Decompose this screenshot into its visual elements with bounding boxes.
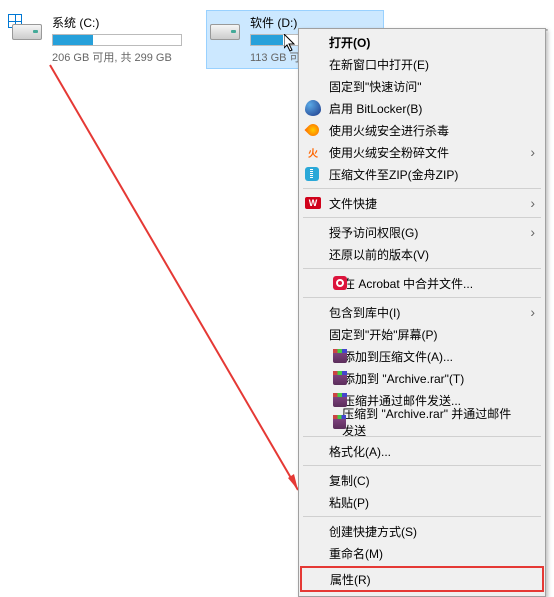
drive-c[interactable]: 系统 (C:) 206 GB 可用, 共 299 GB — [8, 10, 186, 69]
rar-icon — [333, 371, 347, 385]
annotation-arrow — [40, 60, 320, 510]
menu-format[interactable]: 格式化(A)... — [301, 440, 543, 462]
drive-usage-bar — [52, 34, 182, 46]
menu-open-new-window[interactable]: 在新窗口中打开(E) — [301, 53, 543, 75]
menu-include-library[interactable]: 包含到库中(I) — [301, 301, 543, 323]
menu-separator — [303, 268, 541, 269]
menu-create-shortcut[interactable]: 创建快捷方式(S) — [301, 520, 543, 542]
menu-huorong-scan[interactable]: 使用火绒安全进行杀毒 — [301, 119, 543, 141]
menu-separator — [303, 297, 541, 298]
huorong-icon: 火 — [305, 144, 321, 160]
menu-properties[interactable]: 属性(R) — [302, 568, 542, 590]
drive-icon — [12, 16, 44, 40]
shield-icon — [305, 100, 321, 116]
menu-wps-quick[interactable]: W文件快捷 — [301, 192, 543, 214]
drive-icon — [210, 16, 242, 40]
menu-pin-start[interactable]: 固定到"开始"屏幕(P) — [301, 323, 543, 345]
menu-compress-zip[interactable]: 压缩文件至ZIP(金舟ZIP) — [301, 163, 543, 185]
menu-add-archive-rar[interactable]: 添加到 "Archive.rar"(T) — [301, 367, 543, 389]
flame-icon — [305, 122, 321, 138]
menu-separator — [303, 516, 541, 517]
menu-compress-rar-email[interactable]: 压缩到 "Archive.rar" 并通过邮件发送 — [301, 411, 543, 433]
menu-pin-quick-access[interactable]: 固定到"快速访问" — [301, 75, 543, 97]
menu-separator — [303, 188, 541, 189]
menu-huorong-shred[interactable]: 火使用火绒安全粉碎文件 — [301, 141, 543, 163]
menu-paste[interactable]: 粘贴(P) — [301, 491, 543, 513]
drive-status: 206 GB 可用, 共 299 GB — [52, 49, 182, 65]
menu-add-archive[interactable]: 添加到压缩文件(A)... — [301, 345, 543, 367]
wps-icon: W — [305, 197, 321, 209]
menu-restore-previous[interactable]: 还原以前的版本(V) — [301, 243, 543, 265]
menu-separator — [303, 217, 541, 218]
menu-acrobat-combine[interactable]: 在 Acrobat 中合并文件... — [301, 272, 543, 294]
menu-bitlocker[interactable]: 启用 BitLocker(B) — [301, 97, 543, 119]
menu-grant-access[interactable]: 授予访问权限(G) — [301, 221, 543, 243]
drive-name: 系统 (C:) — [52, 14, 182, 31]
rar-icon — [333, 415, 346, 429]
menu-open[interactable]: 打开(O) — [301, 31, 543, 53]
acrobat-icon — [333, 276, 347, 290]
rar-icon — [333, 349, 347, 363]
menu-copy[interactable]: 复制(C) — [301, 469, 543, 491]
zip-icon — [305, 167, 319, 181]
highlight-box: 属性(R) — [300, 566, 544, 592]
menu-rename[interactable]: 重命名(M) — [301, 542, 543, 564]
menu-separator — [303, 465, 541, 466]
context-menu: 打开(O) 在新窗口中打开(E) 固定到"快速访问" 启用 BitLocker(… — [298, 28, 546, 597]
